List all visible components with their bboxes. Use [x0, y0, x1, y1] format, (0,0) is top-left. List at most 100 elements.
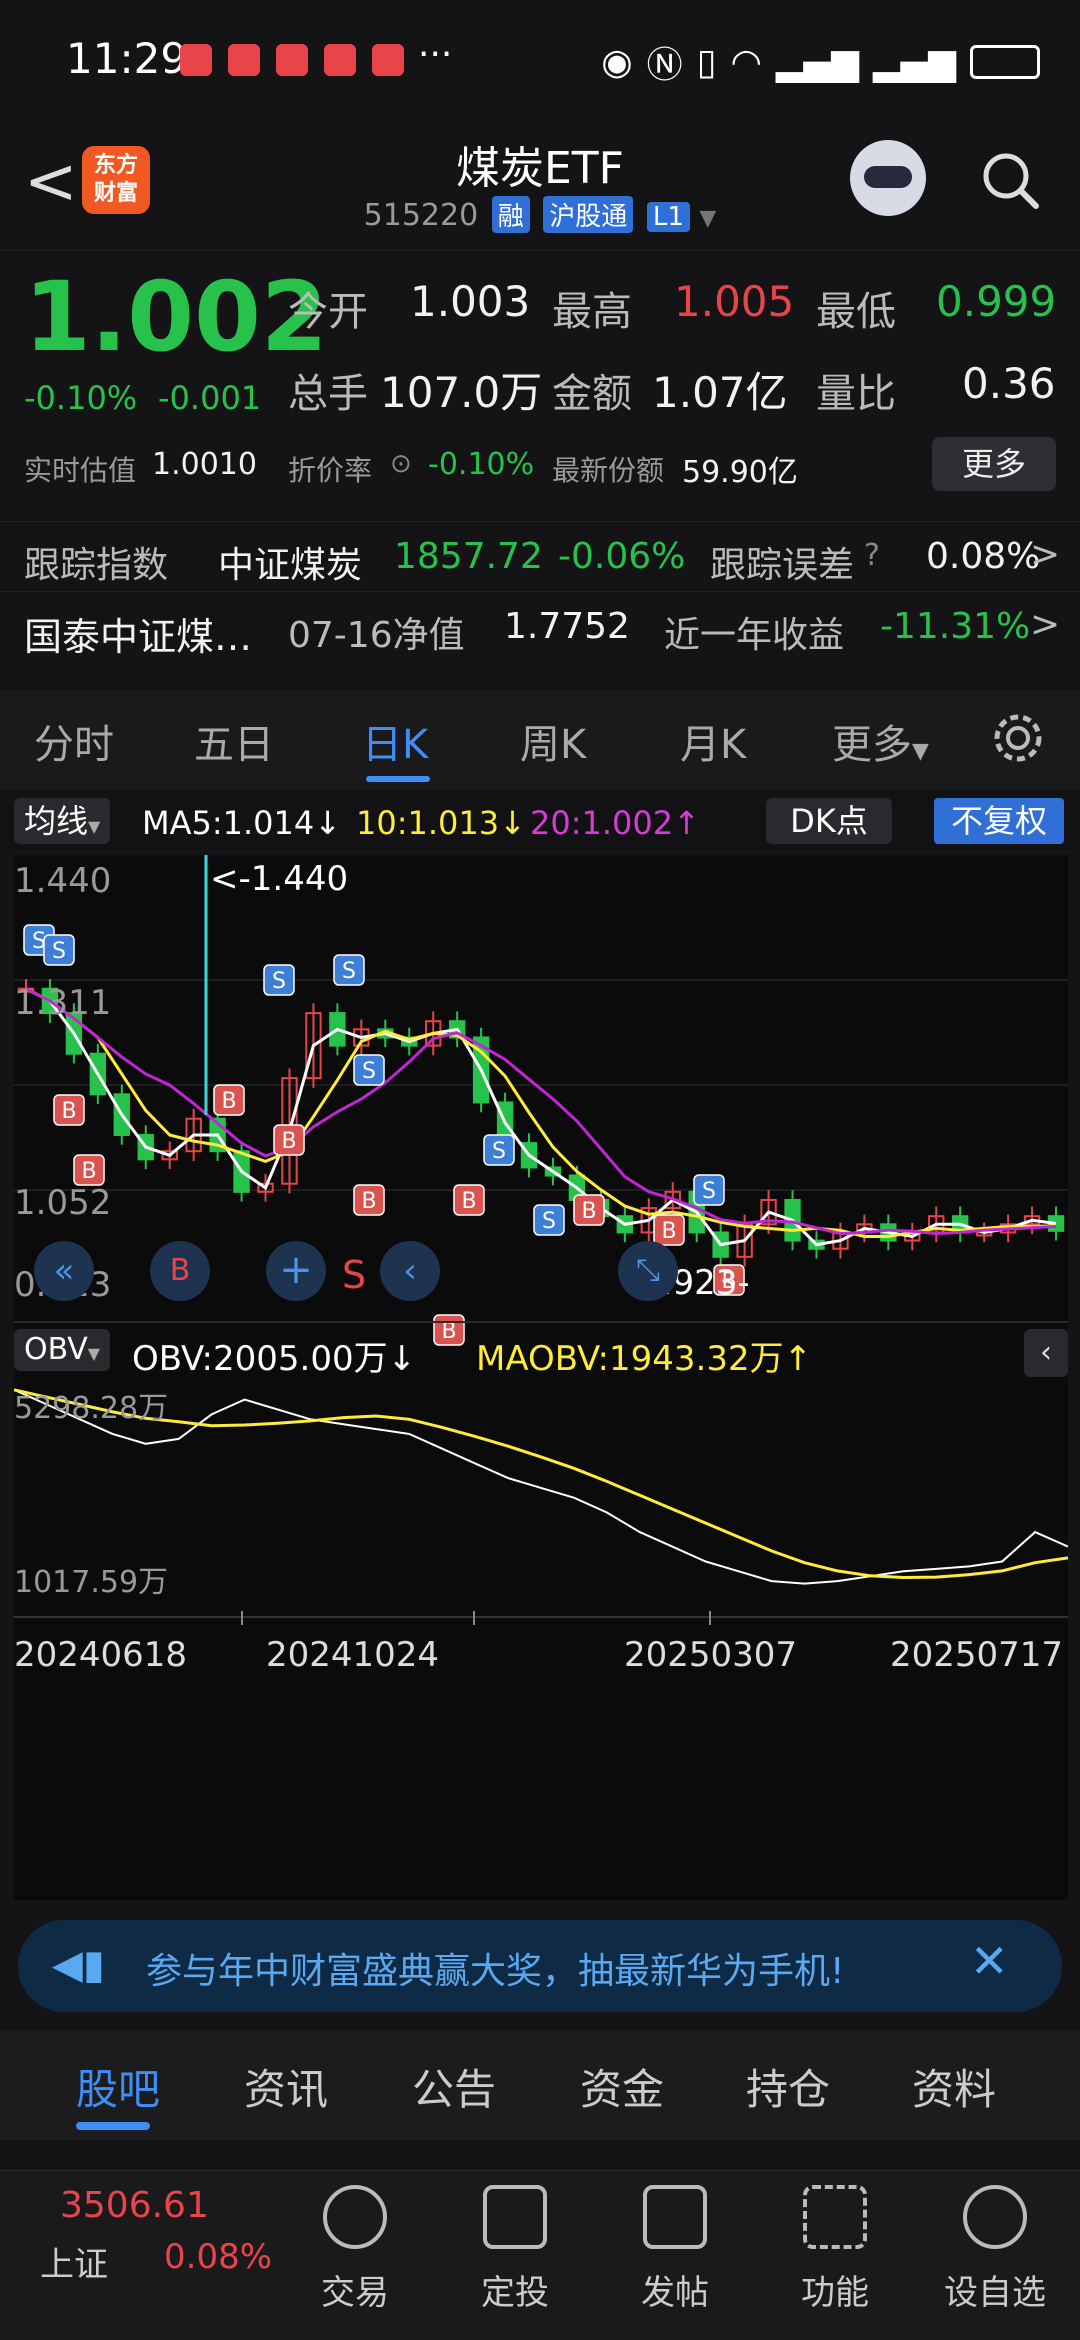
volume-ratio-value: 0.36: [962, 359, 1056, 408]
more-button[interactable]: 更多: [932, 437, 1056, 491]
date-label: 20250717: [890, 1635, 1064, 1675]
buy-marker-label: B: [361, 1189, 376, 1214]
indicator-selector-label: OBV: [24, 1332, 88, 1367]
nav-label: 07-16净值: [288, 615, 465, 656]
caret-down-icon: ▼: [88, 817, 101, 836]
chevron-down-icon: ▼: [699, 206, 717, 231]
notification-icon: [180, 44, 212, 76]
more-circle-icon: [963, 2185, 1027, 2249]
obv-bottom-label: 1017.59万: [14, 1565, 169, 1600]
watchlist-button[interactable]: 设自选: [930, 2185, 1060, 2314]
buy-marker-label: B: [81, 1159, 96, 1184]
tab-announcements[interactable]: 公告: [412, 2056, 496, 2117]
indicator-selector[interactable]: OBV▼: [14, 1329, 111, 1371]
notification-icon: [324, 44, 356, 76]
tab-funds[interactable]: 资金: [580, 2056, 664, 2117]
sell-marker-label: S: [492, 1139, 506, 1164]
tab-five-day[interactable]: 五日: [194, 712, 274, 770]
zoom-in-icon[interactable]: +: [266, 1241, 326, 1301]
buy-marker-label: B: [581, 1199, 596, 1224]
maobv-line: [13, 1388, 1069, 1580]
collapse-icon[interactable]: ‹: [1024, 1329, 1068, 1377]
close-icon[interactable]: ✕: [970, 1934, 1009, 1988]
tab-news[interactable]: 资讯: [244, 2056, 328, 2117]
ma20-value: 20:1.002↑: [530, 804, 700, 842]
year-return-label: 近一年收益: [664, 615, 845, 656]
buy-marker-label: B: [461, 1189, 476, 1214]
search-icon[interactable]: [978, 148, 1042, 212]
track-index-value: 1857.72: [394, 536, 543, 577]
kline-chart[interactable]: BBBBBBBBBBSSSSSSSS 1.440 1.311 1.052 0.9…: [13, 855, 1069, 1900]
tab-monthly-k[interactable]: 月K: [680, 712, 746, 770]
track-index-name: 中证煤炭: [218, 545, 363, 586]
stock-code-line[interactable]: 515220 融 沪股通 L1 ▼: [0, 196, 1080, 233]
nfc-icon: Ⓝ: [646, 45, 683, 86]
tab-profile[interactable]: 资料: [912, 2056, 996, 2117]
notification-icon: [276, 44, 308, 76]
battery-icon: [970, 45, 1040, 79]
tab-weekly-k[interactable]: 周K: [520, 712, 586, 770]
discount-label: 折价率: [288, 454, 373, 487]
caret-down-icon: ▼: [912, 739, 929, 764]
sell-marker-label: S: [702, 1179, 716, 1204]
stock-header: < 东方 财富 煤炭ETF 515220 融 沪股通 L1 ▼: [0, 120, 1080, 250]
index-value: 3506.61: [60, 2185, 209, 2226]
yen-icon: [323, 2185, 387, 2249]
notification-icon: [372, 44, 404, 76]
y-label-3: 1.052: [14, 1183, 112, 1223]
sell-marker-label: S: [542, 1209, 556, 1234]
date-label: 20250307: [624, 1635, 798, 1675]
stock-code: 515220: [363, 198, 479, 233]
buy-mark-toggle[interactable]: B: [150, 1241, 210, 1301]
fullscreen-icon[interactable]: ⤡: [618, 1241, 678, 1301]
y-label-top: 1.440: [14, 861, 112, 901]
maobv-value: MAOBV:1943.32万↑: [476, 1339, 813, 1379]
info-icon[interactable]: ⊙: [390, 449, 412, 479]
robot-assistant-icon[interactable]: [850, 140, 926, 216]
open-value: 1.003: [410, 277, 531, 326]
change-value: -0.001: [158, 379, 262, 417]
year-return-value: -11.31%: [880, 606, 1031, 647]
post-button[interactable]: 发帖: [610, 2185, 740, 2314]
max-price-note: <-1.440: [210, 859, 349, 899]
tracking-index-row[interactable]: 跟踪指数 中证煤炭 1857.72 -0.06% 跟踪误差 ? 0.08% >: [0, 521, 1080, 591]
ma10-line: [25, 987, 1057, 1238]
trade-button[interactable]: 交易: [290, 2185, 420, 2314]
previous-icon[interactable]: ‹: [380, 1241, 440, 1301]
buy-marker-label: B: [221, 1089, 236, 1114]
gear-icon[interactable]: [990, 710, 1046, 766]
quote-panel: 1.002 -0.10% -0.001 今开 1.003 最高 1.005 最低…: [0, 250, 1080, 680]
adjust-toggle[interactable]: 不复权: [934, 798, 1064, 844]
estimate-label: 实时估值: [24, 454, 137, 487]
sell-mark-toggle[interactable]: S: [342, 1253, 366, 1297]
obv-top-label: 5298.28万: [14, 1391, 169, 1426]
share-value: 59.90亿: [682, 455, 798, 490]
tab-more[interactable]: 更多▼: [832, 712, 929, 770]
date-label: 20241024: [266, 1635, 440, 1675]
help-icon[interactable]: ?: [864, 538, 880, 573]
sell-marker-label: S: [272, 969, 286, 994]
invest-plan-label: 定投: [481, 2273, 549, 2313]
tab-holdings[interactable]: 持仓: [746, 2056, 830, 2117]
scroll-left-icon[interactable]: «: [34, 1241, 94, 1301]
signal-icon: ▂▄▆: [872, 41, 956, 83]
content-tabs: 股吧 资讯 公告 资金 持仓 资料: [0, 2030, 1080, 2140]
buy-marker-label: B: [281, 1129, 296, 1154]
megaphone-icon: ◀▮: [52, 1942, 105, 1988]
ma5-value: MA5:1.014↓: [142, 804, 342, 842]
dk-point-button[interactable]: DK点: [766, 798, 892, 844]
amount-value: 1.07亿: [652, 368, 788, 417]
ma-selector[interactable]: 均线▼: [14, 798, 111, 844]
invest-plan-button[interactable]: 定投: [450, 2185, 580, 2314]
track-label: 跟踪指数: [24, 545, 169, 586]
connect-tag: 沪股通: [543, 196, 634, 233]
fund-row[interactable]: 国泰中证煤… 07-16净值 1.7752 近一年收益 -11.31% >: [0, 591, 1080, 661]
functions-button[interactable]: 功能: [770, 2185, 900, 2314]
tab-intraday[interactable]: 分时: [34, 712, 114, 770]
vibrate-icon: ▯: [696, 41, 717, 83]
tab-forum[interactable]: 股吧: [76, 2056, 160, 2117]
chart-icon: [483, 2185, 547, 2249]
tab-daily-k[interactable]: 日K: [362, 712, 428, 770]
promo-banner[interactable]: ◀▮ 参与年中财富盛典赢大奖，抽最新华为手机! ✕: [18, 1920, 1062, 2012]
nav-value: 1.7752: [504, 606, 630, 647]
